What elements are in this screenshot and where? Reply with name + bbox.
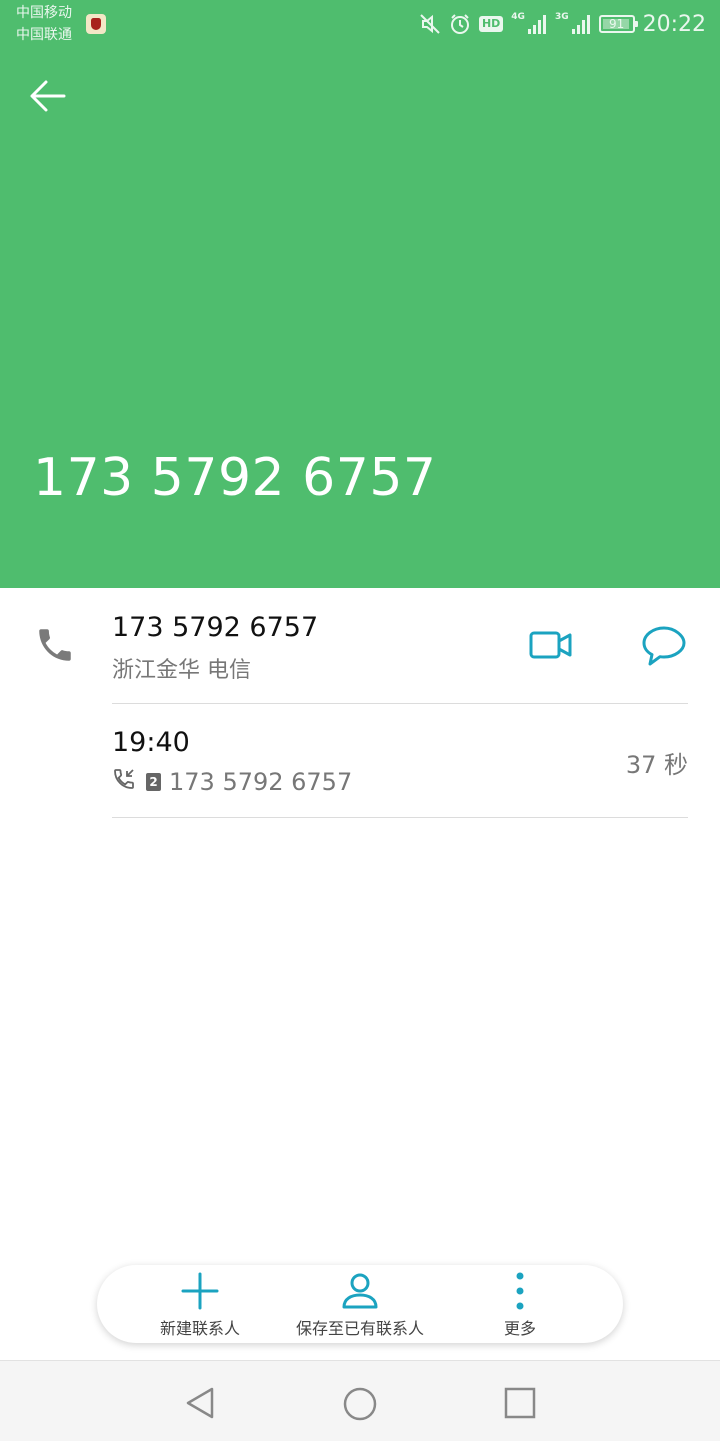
status-icons: HD 4G 3G 91 20:22 [419,10,706,38]
message-icon [642,626,686,666]
video-call-icon [529,631,572,659]
mute-icon [419,13,441,35]
nav-recents-icon [504,1387,536,1419]
back-button[interactable] [24,72,72,120]
back-arrow-icon [30,80,66,112]
incoming-call-icon [112,767,136,797]
call-duration: 37 秒 [625,751,688,779]
network-3g-label: 3G [554,12,569,22]
header-number: 173 5792 6757 [33,448,437,508]
number-location: 浙江金华 电信 [112,658,251,683]
sim-badge: 2 [146,773,161,791]
call-time: 19:40 [112,727,190,758]
contact-number: 173 5792 6757 [112,612,319,643]
more-label: 更多 [503,1319,536,1338]
message-button[interactable] [640,622,688,670]
status-bar: 中国移动 中国联通 HD 4G 3G 91 20:22 [0,0,720,48]
divider [112,703,688,704]
video-call-button[interactable] [526,625,576,667]
more-vert-icon [516,1272,524,1310]
call-detail: 2 173 5792 6757 [112,766,352,798]
header: 中国移动 中国联通 HD 4G 3G 91 20:22 173 5792 675… [0,0,720,588]
plus-icon [181,1272,219,1310]
hd-icon: HD [478,16,504,32]
navigation-bar [0,1360,720,1441]
phone-icon [34,624,76,670]
battery-level: 91 [608,17,625,31]
action-bar: 新建联系人 保存至已有联系人 更多 [97,1265,623,1343]
status-time: 20:22 [642,11,706,37]
divider [112,817,688,818]
nav-recents-button[interactable] [502,1385,538,1425]
save-existing-label: 保存至已有联系人 [295,1319,424,1338]
network-4g-label: 4G [511,12,525,22]
call-number: 173 5792 6757 [169,768,353,796]
new-contact-label: 新建联系人 [159,1319,240,1338]
carrier-1: 中国移动 [16,5,72,21]
nav-back-icon [186,1387,214,1419]
battery-icon: 91 [598,15,638,33]
nav-back-button[interactable] [182,1385,218,1425]
carrier-2: 中国联通 [16,27,72,43]
more-button[interactable]: 更多 [475,1265,565,1343]
alarm-icon [449,13,471,35]
nav-home-icon [343,1387,377,1421]
app-notification-icon [86,14,106,34]
new-contact-button[interactable]: 新建联系人 [145,1265,255,1343]
signal-icon [527,13,547,35]
save-existing-button[interactable]: 保存至已有联系人 [280,1265,440,1343]
person-icon [342,1273,378,1309]
nav-home-button[interactable] [341,1385,379,1427]
signal-icon-2 [571,13,591,35]
